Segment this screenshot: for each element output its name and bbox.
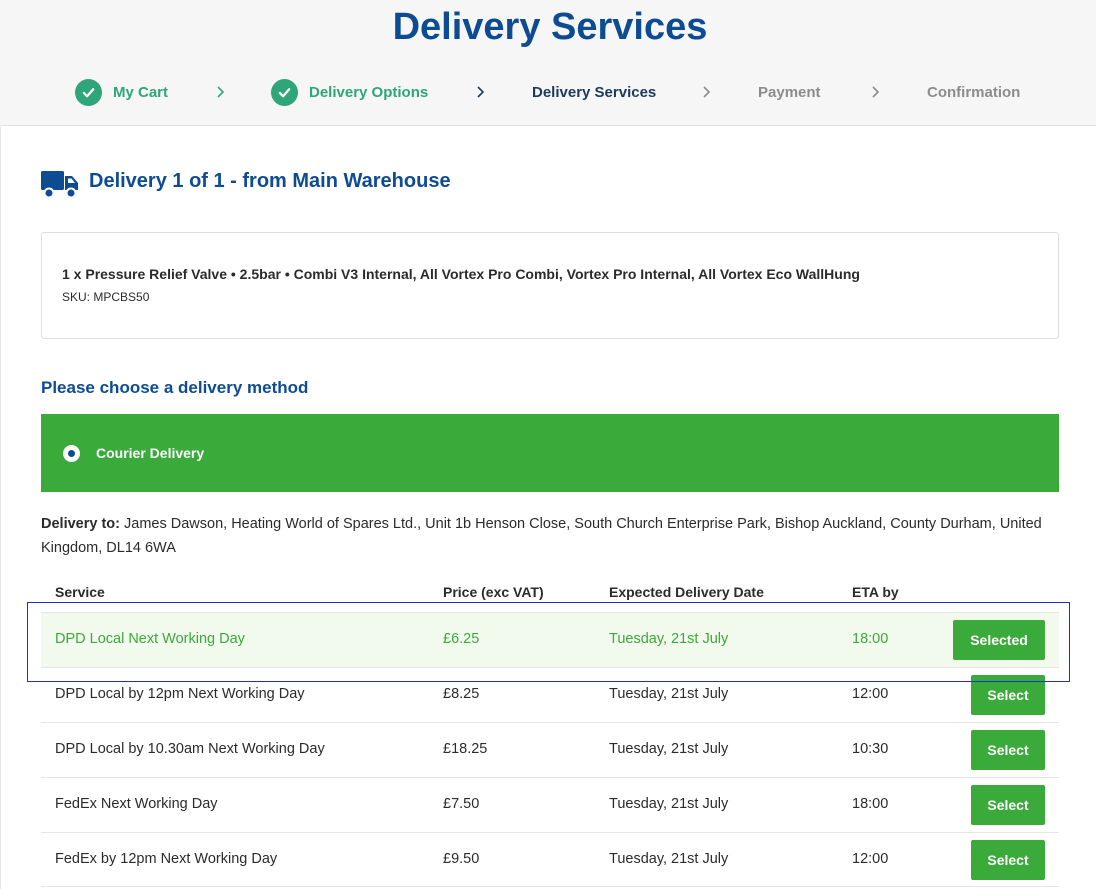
table-row[interactable]: DPD Local by 12pm Next Working Day £8.25…: [41, 667, 1059, 722]
chevron-right-icon: [477, 86, 485, 98]
delivery-date: Tuesday, 21st July: [609, 796, 729, 812]
step-label: Delivery Services: [532, 83, 657, 101]
table-row[interactable]: DPD Local Next Working Day £6.25 Tuesday…: [41, 612, 1059, 667]
chevron-right-icon: [217, 86, 225, 98]
select-button[interactable]: Select: [971, 785, 1045, 825]
table-row[interactable]: DPD Local by 10.30am Next Working Day £1…: [41, 722, 1059, 777]
eta-time: 10:30: [852, 741, 889, 757]
column-header-eta: ETA by: [852, 584, 899, 600]
service-name: DPD Local by 12pm Next Working Day: [55, 686, 305, 702]
service-name: DPD Local Next Working Day: [55, 631, 245, 647]
select-button[interactable]: Select: [971, 730, 1045, 770]
table-row[interactable]: FedEx Next Working Day £7.50 Tuesday, 21…: [41, 777, 1059, 832]
eta-time: 18:00: [852, 796, 889, 812]
eta-time: 12:00: [852, 686, 889, 702]
step-label: Confirmation: [927, 83, 1021, 101]
delivery-heading: Delivery 1 of 1 - from Main Warehouse: [89, 170, 451, 192]
radio-selected-dot: [68, 450, 75, 457]
selected-button[interactable]: Selected: [953, 620, 1045, 660]
item-name: 1 x Pressure Relief Valve • 2.5bar • Com…: [62, 266, 860, 282]
item-sku: SKU: MPCBS50: [62, 290, 150, 304]
delivery-date: Tuesday, 21st July: [609, 741, 729, 757]
eta-time: 12:00: [852, 851, 889, 867]
column-header-price: Price (exc VAT): [443, 584, 544, 600]
step-label: Payment: [758, 83, 821, 101]
service-name: FedEx Next Working Day: [55, 796, 218, 812]
table-row[interactable]: FedEx by 12pm Next Working Day £9.50 Tue…: [41, 832, 1059, 887]
column-header-date: Expected Delivery Date: [609, 584, 764, 600]
delivery-address-text: James Dawson, Heating World of Spares Lt…: [41, 516, 1042, 556]
choose-delivery-label: Please choose a delivery method: [41, 378, 309, 397]
check-icon: [271, 78, 298, 106]
step-payment: Payment: [758, 78, 821, 106]
delivery-address: Delivery to: James Dawson, Heating World…: [41, 512, 1066, 560]
service-price: £6.25: [443, 631, 480, 647]
eta-time: 18:00: [852, 631, 889, 647]
radio-button[interactable]: [63, 445, 80, 462]
step-delivery-services: Delivery Services: [532, 78, 656, 106]
truck-icon: [41, 171, 78, 199]
service-price: £7.50: [443, 796, 480, 812]
page-header: Delivery Services: [0, 0, 1096, 126]
delivery-date: Tuesday, 21st July: [609, 686, 729, 702]
select-button[interactable]: Select: [971, 675, 1045, 715]
cart-item-card: 1 x Pressure Relief Valve • 2.5bar • Com…: [41, 232, 1059, 339]
page-title: Delivery Services: [392, 6, 708, 48]
chevron-right-icon: [703, 86, 711, 98]
service-name: DPD Local by 10.30am Next Working Day: [55, 741, 325, 757]
service-price: £18.25: [443, 741, 488, 757]
column-header-service: Service: [55, 584, 105, 600]
step-label: Delivery Options: [309, 83, 429, 101]
service-name: FedEx by 12pm Next Working Day: [55, 851, 278, 867]
delivery-method-courier[interactable]: Courier Delivery: [41, 414, 1059, 492]
chevron-right-icon: [872, 86, 880, 98]
delivery-to-label: Delivery to:: [41, 516, 120, 532]
select-button[interactable]: Select: [971, 840, 1045, 880]
step-label: My Cart: [113, 83, 169, 101]
delivery-date: Tuesday, 21st July: [609, 631, 729, 647]
step-my-cart[interactable]: My Cart: [75, 78, 168, 106]
method-label: Courier Delivery: [96, 445, 205, 461]
step-delivery-options[interactable]: Delivery Options: [271, 78, 428, 106]
step-confirmation: Confirmation: [927, 78, 1020, 106]
service-price: £9.50: [443, 851, 480, 867]
service-price: £8.25: [443, 686, 480, 702]
check-icon: [75, 78, 102, 106]
delivery-date: Tuesday, 21st July: [609, 851, 729, 867]
